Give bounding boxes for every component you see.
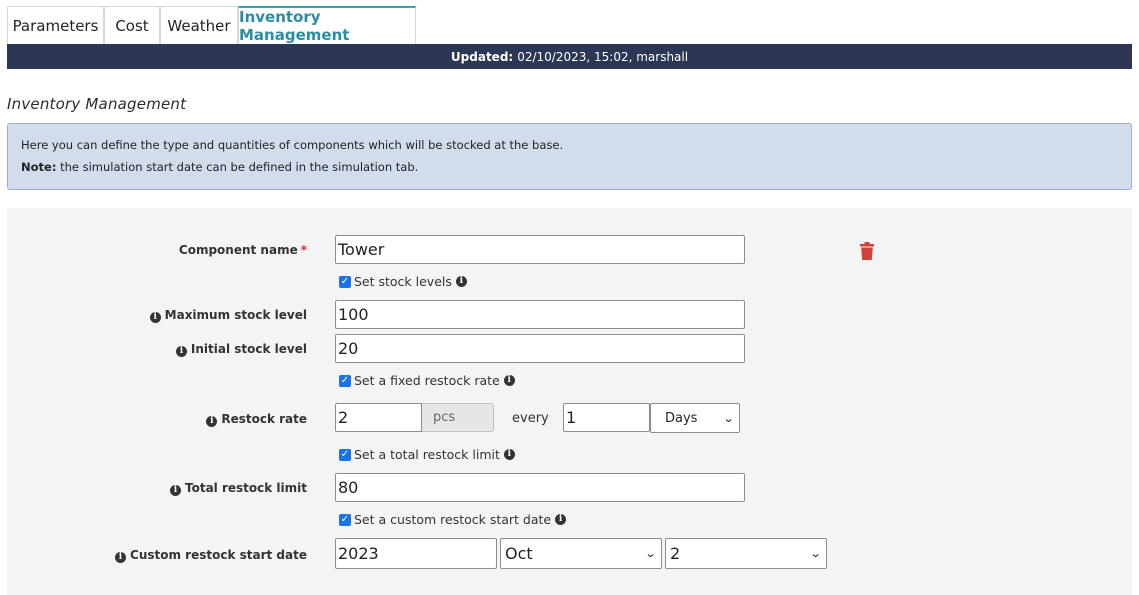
- tab-inventory-management[interactable]: Inventory Management: [238, 6, 416, 44]
- required-marker: *: [300, 243, 307, 257]
- custom-start-month-value: Oct: [505, 544, 533, 563]
- info-circle-icon[interactable]: i: [503, 449, 515, 460]
- every-label: every: [512, 411, 549, 426]
- restock-interval-unit-select[interactable]: Days ⌄: [650, 403, 740, 433]
- total-limit-check-label: Set a total restock limit: [354, 447, 500, 462]
- set-stock-levels-label: Set stock levels: [354, 274, 452, 289]
- updated-value: 02/10/2023, 15:02, marshall: [517, 49, 689, 64]
- custom-start-year-input[interactable]: 2023: [335, 538, 497, 569]
- tab-weather[interactable]: Weather: [160, 6, 238, 44]
- info-box: Here you can define the type and quantit…: [7, 123, 1132, 190]
- total-limit-label: i Total restock limit: [7, 481, 307, 496]
- set-stock-levels-checkbox[interactable]: ✓: [339, 275, 351, 288]
- fixed-restock-checkbox[interactable]: ✓: [339, 374, 351, 387]
- total-limit-check-row: ✓ Set a total restock limit i: [339, 447, 515, 462]
- info-circle-icon[interactable]: i: [555, 514, 567, 525]
- note-label: Note:: [21, 160, 57, 174]
- info-circle-icon[interactable]: i: [149, 312, 161, 323]
- tab-bar: Parameters Cost Weather Inventory Manage…: [7, 6, 416, 44]
- component-form-panel: Component name * Tower ✓ Set stock levels…: [7, 208, 1132, 595]
- max-stock-input[interactable]: 100: [335, 300, 745, 329]
- fixed-restock-label: Set a fixed restock rate: [354, 373, 500, 388]
- restock-rate-label: i Restock rate: [7, 412, 307, 427]
- custom-start-checkbox[interactable]: ✓: [339, 513, 351, 526]
- total-limit-checkbox[interactable]: ✓: [339, 448, 351, 461]
- max-stock-label: i Maximum stock level: [7, 308, 307, 323]
- note-text: the simulation start date can be defined…: [60, 160, 419, 174]
- fixed-restock-row: ✓ Set a fixed restock rate i: [339, 373, 515, 388]
- updated-label: Updated:: [450, 49, 514, 64]
- total-limit-label-text: Total restock limit: [185, 481, 307, 495]
- component-name-label: Component name *: [7, 243, 307, 257]
- set-stock-levels-row: ✓ Set stock levels i: [339, 274, 467, 289]
- total-limit-input[interactable]: 80: [335, 473, 745, 502]
- initial-stock-label: i Initial stock level: [7, 342, 307, 357]
- info-circle-icon[interactable]: i: [206, 416, 218, 427]
- initial-stock-label-text: Initial stock level: [190, 342, 307, 356]
- custom-start-label-text: Custom restock start date: [130, 548, 307, 562]
- max-stock-label-text: Maximum stock level: [164, 308, 307, 322]
- chevron-down-icon: ⌄: [809, 547, 822, 560]
- restock-unit-addon: pcs: [422, 403, 494, 432]
- info-circle-icon[interactable]: i: [115, 552, 127, 563]
- component-name-input[interactable]: Tower: [335, 235, 745, 264]
- info-circle-icon[interactable]: i: [503, 375, 515, 386]
- tab-cost[interactable]: Cost: [104, 6, 160, 44]
- restock-rate-input[interactable]: 2: [335, 403, 422, 432]
- custom-start-label: i Custom restock start date: [7, 548, 307, 563]
- restock-interval-unit-value: Days: [665, 410, 698, 426]
- custom-start-check-label: Set a custom restock start date: [354, 512, 552, 527]
- info-note: Note: the simulation start date can be d…: [21, 160, 418, 174]
- chevron-down-icon: ⌄: [644, 547, 657, 560]
- info-text: Here you can define the type and quantit…: [21, 138, 564, 152]
- restock-interval-input[interactable]: 1: [563, 403, 650, 432]
- chevron-down-icon: ⌄: [722, 411, 735, 425]
- info-circle-icon[interactable]: i: [170, 485, 181, 496]
- custom-start-day-select[interactable]: 2 ⌄: [665, 538, 827, 569]
- custom-start-check-row: ✓ Set a custom restock start date i: [339, 512, 567, 527]
- updated-status-bar: Updated: 02/10/2023, 15:02, marshall: [7, 44, 1132, 69]
- component-name-label-text: Component name: [178, 243, 298, 257]
- custom-start-month-select[interactable]: Oct ⌄: [500, 538, 662, 569]
- initial-stock-input[interactable]: 20: [335, 334, 745, 363]
- custom-start-day-value: 2: [670, 544, 681, 563]
- info-circle-icon[interactable]: i: [175, 346, 187, 357]
- section-title: Inventory Management: [7, 95, 187, 113]
- tab-parameters[interactable]: Parameters: [7, 6, 104, 44]
- trash-icon[interactable]: [860, 242, 874, 260]
- info-circle-icon[interactable]: i: [455, 276, 467, 287]
- restock-rate-label-text: Restock rate: [221, 412, 307, 426]
